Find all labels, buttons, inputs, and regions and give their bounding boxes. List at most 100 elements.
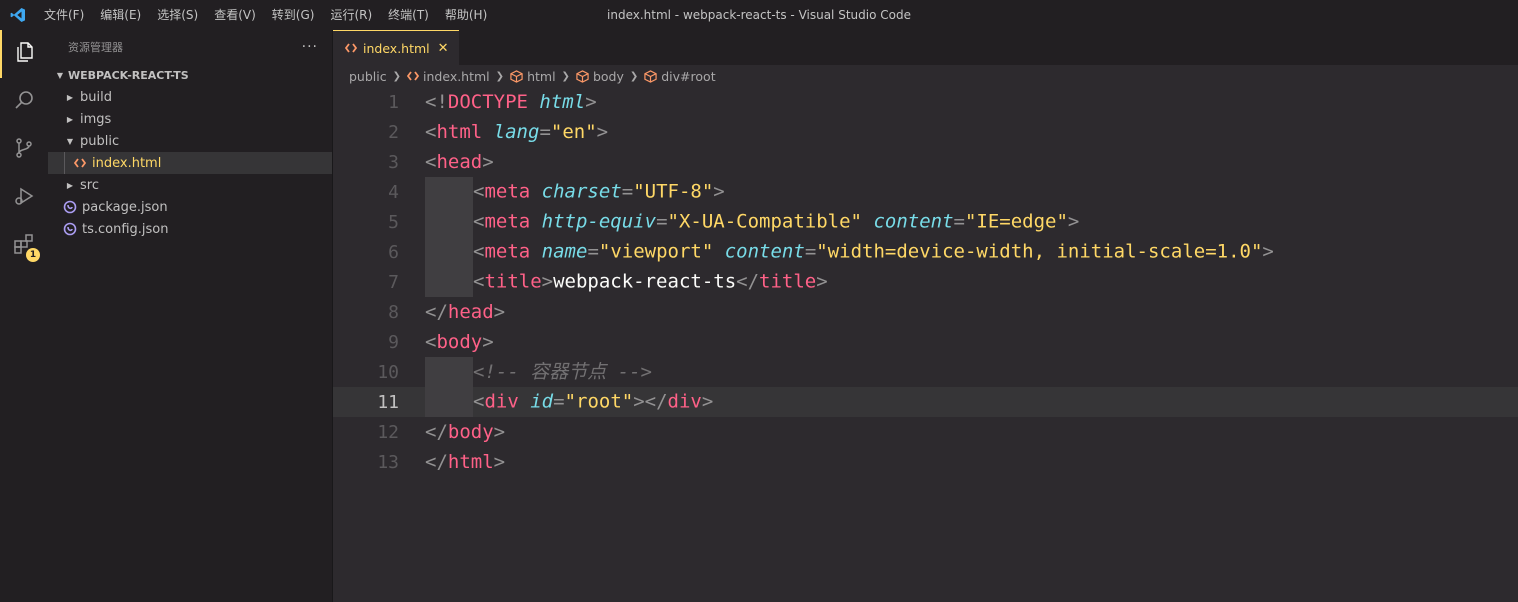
more-actions-button[interactable]: ··· [302,39,318,55]
line-number: 3 [388,151,399,173]
code-line-current[interactable]: 11 <div id="root"></div> [333,387,1518,417]
html-file-icon [407,71,420,81]
indent-guide [425,177,473,207]
menu-selection[interactable]: 选择(S) [149,0,206,30]
code-line[interactable]: 8 </head> [333,297,1518,327]
code-line[interactable]: 1 <!DOCTYPE html> [333,87,1518,117]
breadcrumb-item[interactable]: html [510,68,556,84]
close-icon[interactable]: ✕ [438,41,449,56]
tree-item-index-html[interactable]: index.html [48,152,332,174]
tree-item-src[interactable]: ▶ src [48,174,332,196]
tree-item-label: src [80,177,99,193]
indent-guide [425,207,473,237]
tree-item-imgs[interactable]: ▶ imgs [48,108,332,130]
breadcrumb-item[interactable]: body [576,69,624,84]
vscode-logo-icon [0,0,36,30]
sidebar-title: 资源管理器 [68,41,123,54]
chevron-down-icon: ▼ [66,136,74,146]
search-button[interactable] [0,78,48,126]
line-content: <!-- 容器节点 --> [425,357,652,388]
chevron-right-icon: ▶ [66,92,74,102]
line-number: 5 [388,211,399,233]
line-content: <head> [425,151,494,173]
line-content: <body> [425,331,494,353]
tree-item-ts-config-json[interactable]: ts.config.json [48,218,332,240]
source-control-button[interactable] [0,126,48,174]
chevron-right-icon: ❯ [629,70,639,82]
line-content: <!DOCTYPE html> [425,91,597,113]
chevron-right-icon: ▶ [66,180,74,190]
extensions-badge: 1 [26,248,40,262]
run-debug-icon [12,184,36,212]
line-content: <meta charset="UTF-8"> [425,177,725,207]
breadcrumb-item[interactable]: index.html [407,69,490,84]
code-line[interactable]: 2 <html lang="en"> [333,117,1518,147]
code-line[interactable]: 13 </html> [333,447,1518,477]
tab-bar: index.html ✕ [333,30,1518,65]
code-line[interactable]: 12 </body> [333,417,1518,447]
tree-item-label: index.html [92,155,162,171]
line-content: </head> [425,301,506,323]
tree-item-label: public [80,133,120,149]
line-number: 13 [377,451,399,473]
indent-guide [425,267,473,297]
indent-guide [425,387,473,417]
chevron-down-icon: ▼ [56,70,64,80]
menu-bar: 文件(F) 编辑(E) 选择(S) 查看(V) 转到(G) 运行(R) 终端(T… [36,0,495,30]
menu-help[interactable]: 帮助(H) [437,0,495,30]
code-line[interactable]: 10 <!-- 容器节点 --> [333,357,1518,388]
tree-item-package-json[interactable]: package.json [48,196,332,218]
tree-item-label: ts.config.json [82,221,169,237]
line-number: 7 [388,271,399,293]
breadcrumb-item[interactable]: public [349,69,387,84]
menu-run[interactable]: 运行(R) [322,0,380,30]
tree-item-label: imgs [80,111,112,127]
source-control-icon [12,136,36,164]
tab-label: index.html [363,40,430,56]
project-section-header[interactable]: ▼ WEBPACK-REACT-TS [48,64,332,86]
line-number: 10 [377,361,399,383]
chevron-right-icon: ▶ [66,114,74,124]
line-number: 6 [388,241,399,263]
extensions-button[interactable]: 1 [0,222,48,270]
line-number: 9 [388,331,399,353]
cube-icon [644,69,657,83]
code-editor[interactable]: 1 <!DOCTYPE html> 2 <html lang="en"> 3 <… [333,87,1518,477]
line-content: <title>webpack-react-ts</title> [425,267,828,297]
tab-index-html[interactable]: index.html ✕ [333,30,459,65]
breadcrumb: public ❯ index.html ❯ html ❯ body ❯ div#… [333,65,1518,87]
window-title: index.html - webpack-react-ts - Visual S… [607,8,911,22]
line-number: 1 [388,91,399,113]
code-line[interactable]: 5 <meta http-equiv="X-UA-Compatible" con… [333,207,1518,237]
breadcrumb-label: html [527,68,556,84]
code-line[interactable]: 7 <title>webpack-react-ts</title> [333,267,1518,297]
files-icon [13,40,37,68]
code-line[interactable]: 9 <body> [333,327,1518,357]
breadcrumb-item[interactable]: div#root [644,68,716,84]
line-number: 4 [388,181,399,203]
json-file-icon [60,200,80,214]
line-content: <meta http-equiv="X-UA-Compatible" conte… [425,207,1079,237]
tree-item-build[interactable]: ▶ build [48,86,332,108]
line-number: 11 [377,391,399,413]
tree-item-public[interactable]: ▼ public [48,130,332,152]
run-debug-button[interactable] [0,174,48,222]
menu-go[interactable]: 转到(G) [264,0,323,30]
line-number: 12 [377,421,399,443]
menu-file[interactable]: 文件(F) [36,0,92,30]
chevron-right-icon: ❯ [495,70,505,82]
line-content: </body> [425,421,506,443]
cube-icon [576,69,589,83]
explorer-button[interactable] [0,30,48,78]
menu-view[interactable]: 查看(V) [206,0,264,30]
breadcrumb-label: div#root [661,68,716,84]
code-line[interactable]: 3 <head> [333,147,1518,177]
menu-edit[interactable]: 编辑(E) [92,0,149,30]
line-content: <meta name="viewport" content="width=dev… [425,237,1274,267]
code-line[interactable]: 4 <meta charset="UTF-8"> [333,177,1518,207]
json-file-icon [60,222,80,236]
tree-item-label: build [80,89,112,105]
code-line[interactable]: 6 <meta name="viewport" content="width=d… [333,237,1518,267]
line-number: 8 [388,301,399,323]
menu-terminal[interactable]: 终端(T) [380,0,437,30]
